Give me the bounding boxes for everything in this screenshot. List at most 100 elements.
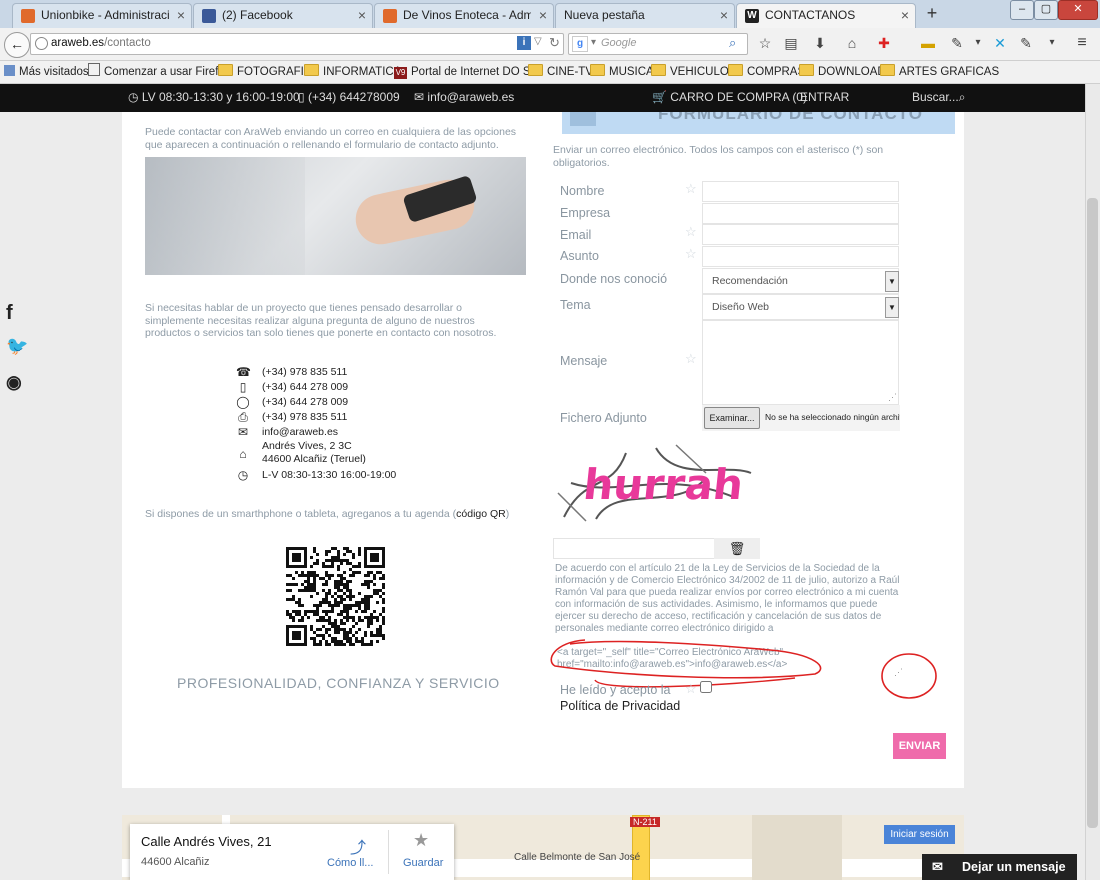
tab-facebook[interactable]: (2) Facebook ×: [193, 3, 373, 29]
save-link[interactable]: Guardar: [403, 857, 443, 869]
info-icon[interactable]: i: [517, 36, 531, 50]
close-icon[interactable]: ×: [177, 4, 185, 26]
bookmark-download[interactable]: DOWNLOAD: [799, 63, 886, 81]
bookmarks-list-icon[interactable]: ▤: [781, 34, 801, 52]
site-search[interactable]: Buscar...⌕: [912, 90, 965, 105]
qr-link[interactable]: código QR: [456, 508, 506, 520]
bookmark-mas-visitados[interactable]: Más visitados: [4, 63, 89, 81]
tools-icon[interactable]: ✎: [1016, 34, 1036, 52]
close-icon[interactable]: ×: [539, 4, 547, 26]
dropdown-arrow-icon[interactable]: ▽: [534, 36, 542, 47]
qr-module: [310, 586, 313, 589]
bookmark-star-icon[interactable]: ☆: [755, 34, 775, 52]
bookmark-artes-graficas[interactable]: ARTES GRAFICAS: [880, 63, 999, 81]
directions-icon[interactable]: ⤴: [350, 834, 366, 858]
topic-select[interactable]: Diseño Web ▼: [702, 294, 899, 320]
menu-icon[interactable]: ≡: [1072, 34, 1092, 52]
close-icon[interactable]: ×: [720, 4, 728, 26]
addon-folder-icon[interactable]: ▬: [918, 34, 938, 52]
reload-icon[interactable]: ↻: [549, 35, 560, 51]
source-select[interactable]: Recomendación ▼: [702, 268, 899, 294]
bookmark-cine-tv[interactable]: CINE-TV: [528, 63, 593, 81]
search-bar[interactable]: g ▾ Google ⌕: [568, 33, 748, 55]
contact-schedule: ◷ L-V 08:30-13:30 16:00-19:00: [237, 468, 397, 482]
submit-button[interactable]: ENVIAR: [893, 733, 946, 759]
addon-blue-icon[interactable]: ✕: [990, 34, 1010, 52]
close-icon[interactable]: ×: [901, 4, 909, 26]
rss-icon[interactable]: ◉: [6, 372, 22, 393]
tab-devinos[interactable]: De Vinos Enoteca - Admini... ×: [374, 3, 554, 29]
maximize-button[interactable]: ▢: [1034, 0, 1058, 20]
signin-button[interactable]: Iniciar sesión: [884, 825, 955, 844]
browse-button[interactable]: Examinar...: [704, 407, 760, 429]
bookmark-compras[interactable]: COMPRAS: [728, 63, 805, 81]
chevron-down-icon[interactable]: ▼: [885, 271, 899, 292]
bookmark-musica[interactable]: MUSICA: [590, 63, 654, 81]
qr-module: [343, 598, 346, 601]
name-input[interactable]: [702, 181, 899, 202]
company-input[interactable]: [702, 203, 899, 224]
captcha-input[interactable]: [553, 538, 715, 559]
tab-new[interactable]: Nueva pestaña ×: [555, 3, 735, 29]
contact-email[interactable]: ✉ info@araweb.es: [236, 425, 436, 440]
tab-unionbike[interactable]: Unionbike - Administració... ×: [12, 3, 192, 29]
resize-handle-icon[interactable]: ⋰: [894, 667, 903, 678]
star-icon[interactable]: ★: [413, 830, 429, 851]
form-header-title: FORMULARIO DE CONTACTO: [658, 112, 924, 123]
bookmark-portal[interactable]: V9 Portal de Internet DO S...: [394, 63, 540, 81]
download-icon[interactable]: ⬇: [810, 34, 830, 52]
search-icon[interactable]: ⌕: [729, 35, 736, 51]
qr-module: [313, 610, 316, 613]
bookmark-vehiculos[interactable]: VEHICULOS: [651, 63, 736, 81]
eyedropper-icon[interactable]: ✎: [947, 34, 967, 52]
trash-icon[interactable]: 🗑: [714, 538, 760, 559]
scrollbar-thumb[interactable]: [1087, 198, 1098, 828]
subject-input[interactable]: [702, 246, 899, 267]
qr-module: [340, 577, 343, 580]
addon-red-icon[interactable]: ✚: [874, 34, 894, 52]
tab-contactanos[interactable]: W CONTACTANOS ×: [736, 3, 916, 29]
privacy-checkbox[interactable]: [700, 681, 712, 693]
folder-icon: [728, 64, 743, 76]
dropdown-arrow-icon[interactable]: ▾: [1042, 34, 1062, 52]
qr-module: [310, 628, 313, 631]
home-icon[interactable]: ⌂: [842, 34, 862, 52]
facebook-icon[interactable]: f: [6, 302, 13, 325]
new-tab-button[interactable]: +: [922, 3, 942, 25]
qr-module: [337, 643, 340, 646]
bookmark-firefox[interactable]: Comenzar a usar Firefox: [88, 63, 231, 81]
qr-module: [313, 643, 316, 646]
directions-link[interactable]: Cómo ll...: [327, 857, 373, 869]
chat-widget[interactable]: ✉ Dejar un mensaje: [922, 854, 1077, 880]
qr-module: [337, 613, 340, 616]
qr-module: [286, 574, 289, 577]
twitter-icon[interactable]: 🐦: [6, 336, 28, 357]
email-input[interactable]: [702, 224, 899, 245]
url-bar[interactable]: araweb.es/contacto i ▽ ↻: [30, 33, 564, 55]
dropdown-arrow-icon[interactable]: ▾: [968, 34, 988, 52]
message-textarea[interactable]: [702, 320, 899, 405]
contact-fax: ⎙ (+34) 978 835 511: [236, 410, 436, 425]
qr-module: [334, 580, 337, 583]
qr-module: [346, 562, 349, 565]
qr-code[interactable]: [284, 545, 387, 648]
bookmark-informatica[interactable]: INFORMATICA: [304, 63, 401, 81]
email-info[interactable]: ✉ info@araweb.es: [414, 90, 514, 104]
privacy-link[interactable]: Política de Privacidad: [560, 699, 680, 713]
cart-link[interactable]: 🛒 CARRO DE COMPRA (0): [652, 90, 807, 104]
chevron-down-icon[interactable]: ▼: [885, 297, 899, 318]
qr-module: [358, 601, 361, 604]
qr-module: [352, 643, 355, 646]
qr-module: [322, 637, 325, 640]
minimize-button[interactable]: –: [1010, 0, 1034, 20]
map-street: Calle Andrés Vives, 21: [141, 834, 272, 849]
dropdown-arrow-icon[interactable]: ▾: [591, 37, 596, 48]
close-icon[interactable]: ×: [358, 4, 366, 26]
login-link[interactable]: ENTRAR: [800, 90, 849, 104]
resize-handle-icon[interactable]: ⋰: [888, 392, 897, 403]
bookmark-fotografia[interactable]: FOTOGRAFIA: [218, 63, 312, 81]
back-button[interactable]: ←: [4, 32, 30, 58]
close-window-button[interactable]: ✕: [1058, 0, 1098, 20]
qr-module: [358, 604, 361, 607]
file-input[interactable]: Examinar... No se ha seleccionado ningún…: [702, 405, 900, 431]
